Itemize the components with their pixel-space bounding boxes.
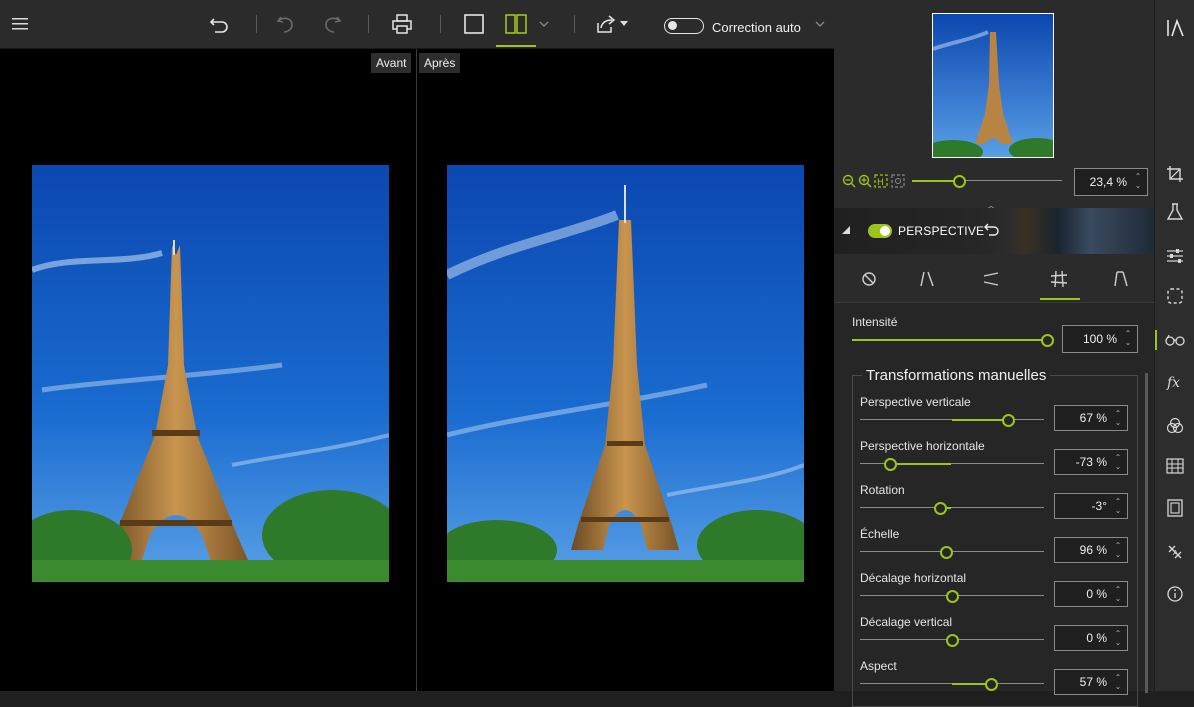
auto-correction-label: Correction auto — [712, 20, 801, 35]
manual-item-value-field[interactable]: 0 % ⌃ ⌄ — [1054, 581, 1128, 607]
manual-item-slider[interactable] — [860, 678, 1044, 691]
before-label: Avant — [371, 53, 412, 73]
zoom-controls: H 23,4 % ⌃ ⌄ — [842, 168, 1150, 196]
separator — [368, 15, 369, 33]
svg-text:A: A — [1173, 549, 1178, 557]
manual-item-value-field[interactable]: 0 % ⌃ ⌄ — [1054, 625, 1128, 651]
zoom-out-icon[interactable] — [842, 174, 856, 188]
zoom-value-field[interactable]: 23,4 % ⌃ ⌄ — [1074, 168, 1148, 196]
adjust-icon[interactable] — [1165, 246, 1185, 266]
manual-item-label: Rotation — [860, 483, 905, 497]
manual-item-label: Décalage vertical — [860, 615, 953, 629]
reset-perspective-icon[interactable] — [984, 221, 1000, 237]
intensity-slider[interactable] — [852, 334, 1054, 347]
color-icon[interactable] — [1165, 416, 1185, 436]
print-icon[interactable] — [388, 10, 416, 38]
auto-perspective-icon[interactable] — [1106, 264, 1136, 294]
redo-icon[interactable] — [318, 10, 346, 38]
manual-item-value-field[interactable]: -73 % ⌃ ⌄ — [1054, 449, 1128, 475]
collapse-triangle-icon[interactable] — [842, 226, 850, 234]
after-label: Après — [419, 53, 461, 73]
zoom-slider[interactable] — [912, 175, 1062, 188]
share-dropdown-icon[interactable] — [616, 10, 632, 38]
vertical-scrollbar[interactable] — [1145, 373, 1148, 693]
manual-item-label: Décalage horizontal — [860, 571, 967, 585]
intensity-label: Intensité — [852, 315, 898, 329]
manual-item-slider[interactable] — [860, 634, 1044, 647]
manual-item-slider[interactable] — [860, 458, 1044, 471]
texture-icon[interactable] — [1165, 456, 1185, 476]
glasses-icon[interactable] — [1165, 330, 1185, 350]
separator — [440, 15, 441, 33]
actual-size-icon[interactable] — [891, 174, 905, 188]
split-view-icon[interactable] — [502, 10, 530, 38]
separator — [256, 15, 257, 33]
selection-icon[interactable] — [1165, 286, 1185, 306]
logo-icon — [1165, 18, 1185, 38]
horizontal-perspective-icon[interactable] — [976, 264, 1006, 294]
flask-icon[interactable] — [1165, 202, 1185, 222]
manual-item-slider[interactable] — [860, 546, 1044, 559]
active-rail-indicator — [1155, 330, 1157, 350]
perspective-toggle[interactable] — [868, 224, 892, 238]
cancel-icon[interactable] — [854, 264, 884, 294]
active-tool-indicator — [1040, 298, 1080, 300]
grid-perspective-icon[interactable] — [1044, 264, 1074, 294]
single-view-icon[interactable] — [460, 10, 488, 38]
frame-icon[interactable] — [1165, 498, 1185, 518]
menu-icon[interactable] — [6, 10, 34, 38]
manual-item-value-field[interactable]: 96 % ⌃ ⌄ — [1054, 537, 1128, 563]
intensity-value-field[interactable]: 100 % ⌃ ⌄ — [1062, 325, 1138, 353]
before-image — [32, 165, 389, 582]
svg-text:H: H — [877, 178, 884, 188]
manual-item-value-field[interactable]: -3° ⌃ ⌄ — [1054, 493, 1128, 519]
vertical-perspective-icon[interactable] — [912, 264, 942, 294]
auto-correction-toggle[interactable] — [664, 18, 704, 34]
undo-all-icon[interactable] — [206, 10, 234, 38]
manual-transformations-title: Transformations manuelles — [862, 367, 1051, 384]
before-after-divider[interactable] — [416, 49, 417, 691]
manual-item-value-field[interactable]: 67 % ⌃ ⌄ — [1054, 405, 1128, 431]
crop-icon[interactable] — [1165, 164, 1185, 184]
navigator-thumbnail[interactable] — [932, 13, 1054, 158]
tool-rail: fx A — [1154, 0, 1194, 691]
perspective-title: PERSPECTIVE — [898, 224, 985, 238]
undo-icon[interactable] — [272, 10, 300, 38]
active-view-indicator — [496, 45, 536, 47]
manual-item-label: Perspective horizontale — [860, 439, 985, 453]
manual-item-label: Échelle — [860, 527, 900, 541]
fx-icon[interactable]: fx — [1165, 372, 1185, 392]
perspective-header[interactable]: PERSPECTIVE — [834, 208, 1154, 254]
separator — [574, 15, 575, 33]
chevron-down-icon[interactable] — [534, 10, 554, 38]
svg-text:fx: fx — [1166, 375, 1180, 391]
manual-item-label: Aspect — [860, 659, 897, 673]
after-image — [447, 165, 804, 582]
fit-to-window-icon[interactable]: H — [874, 174, 888, 188]
info-icon[interactable] — [1165, 584, 1185, 604]
adjustments-panel: H 23,4 % ⌃ ⌄ ︿ PERSPECTIVE Intensité 100… — [834, 0, 1154, 707]
manual-item-value-field[interactable]: 57 % ⌃ ⌄ — [1054, 669, 1128, 695]
zoom-in-icon[interactable] — [858, 174, 872, 188]
image-viewer[interactable]: Avant Après — [0, 49, 834, 691]
manual-item-slider[interactable] — [860, 590, 1044, 603]
perspective-tools — [834, 256, 1154, 303]
chevron-down-icon[interactable] — [810, 10, 830, 38]
manual-item-slider[interactable] — [860, 502, 1044, 515]
manual-item-label: Perspective verticale — [860, 395, 971, 409]
settings-scroll-area[interactable]: Intensité 100 % ⌃ ⌄ Transformations manuel… — [834, 303, 1154, 707]
manual-item-slider[interactable] — [860, 414, 1044, 427]
watermark-icon[interactable]: A — [1165, 542, 1185, 562]
top-toolbar: Correction auto — [0, 0, 834, 49]
